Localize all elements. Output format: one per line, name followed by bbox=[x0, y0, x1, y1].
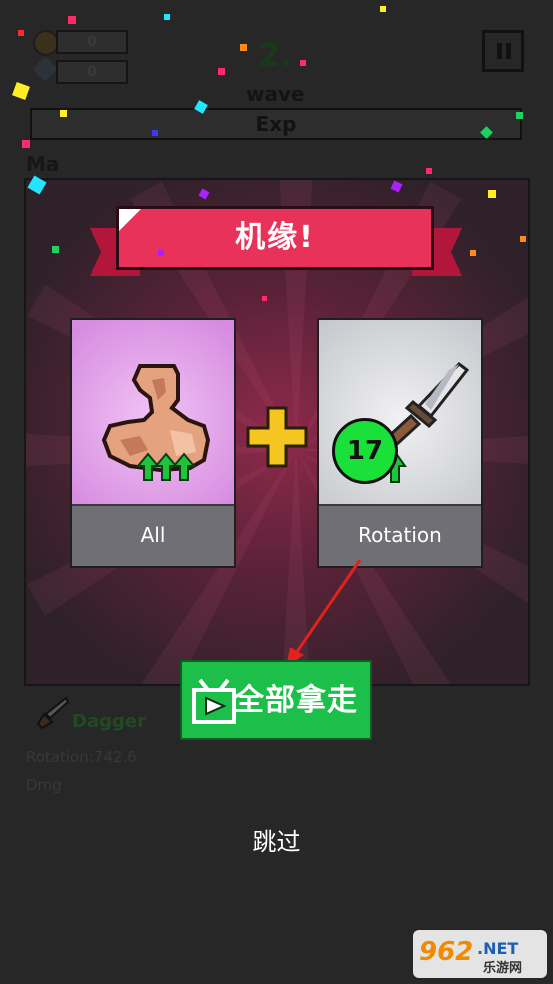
dagger-small-icon bbox=[36, 696, 70, 730]
confetti-piece bbox=[18, 30, 24, 36]
confetti-piece bbox=[164, 14, 170, 20]
confetti-piece bbox=[380, 6, 386, 12]
reward-card-all[interactable]: All bbox=[70, 318, 236, 568]
svg-text:乐游网: 乐游网 bbox=[483, 960, 522, 976]
confetti-piece bbox=[60, 110, 67, 117]
title-ribbon: 机缘! bbox=[90, 200, 462, 284]
popup-title: 机缘! bbox=[116, 206, 434, 270]
max-label: Ma bbox=[26, 152, 60, 176]
weapon-stat-damage: Dmg bbox=[26, 776, 62, 794]
confetti-piece bbox=[22, 140, 30, 148]
exp-bar: Exp bbox=[30, 108, 522, 140]
gem-icon bbox=[32, 56, 58, 82]
plus-icon bbox=[246, 406, 308, 468]
svg-text:.NET: .NET bbox=[477, 939, 518, 958]
gem-counter: 0 bbox=[56, 60, 128, 84]
coin-counter: 0 bbox=[56, 30, 128, 54]
confetti-piece bbox=[300, 60, 306, 66]
take-all-label: 全部拿走 bbox=[234, 683, 358, 718]
pause-button[interactable] bbox=[482, 30, 524, 72]
confetti-piece bbox=[520, 236, 526, 242]
card-label-all: All bbox=[72, 504, 234, 566]
red-pointer-arrow bbox=[286, 559, 362, 667]
video-ad-icon bbox=[192, 678, 236, 724]
confetti-piece bbox=[426, 168, 432, 174]
confetti-piece bbox=[488, 190, 496, 198]
confetti-piece bbox=[52, 246, 59, 253]
confetti-piece bbox=[218, 68, 225, 75]
confetti-piece bbox=[158, 250, 164, 256]
confetti-piece bbox=[152, 130, 158, 136]
wave-number: 2. bbox=[258, 36, 293, 74]
confetti-piece bbox=[68, 16, 76, 24]
confetti-piece bbox=[516, 112, 523, 119]
svg-text:962: 962 bbox=[419, 937, 473, 967]
site-watermark-logo: 962 .NET 乐游网 bbox=[413, 930, 547, 978]
weapon-stat-rotation: Rotation:742.6 bbox=[26, 748, 137, 766]
muscle-arm-icon bbox=[101, 364, 210, 481]
wave-label: wave bbox=[246, 82, 305, 106]
skip-button[interactable]: 跳过 bbox=[0, 822, 553, 857]
confetti-piece bbox=[262, 296, 267, 301]
weapon-name: Dagger bbox=[72, 711, 146, 732]
confetti-piece bbox=[470, 250, 476, 256]
confetti-piece bbox=[240, 44, 247, 51]
take-all-button[interactable]: 全部拿走 bbox=[180, 660, 372, 740]
level-badge: 17 bbox=[332, 418, 398, 484]
